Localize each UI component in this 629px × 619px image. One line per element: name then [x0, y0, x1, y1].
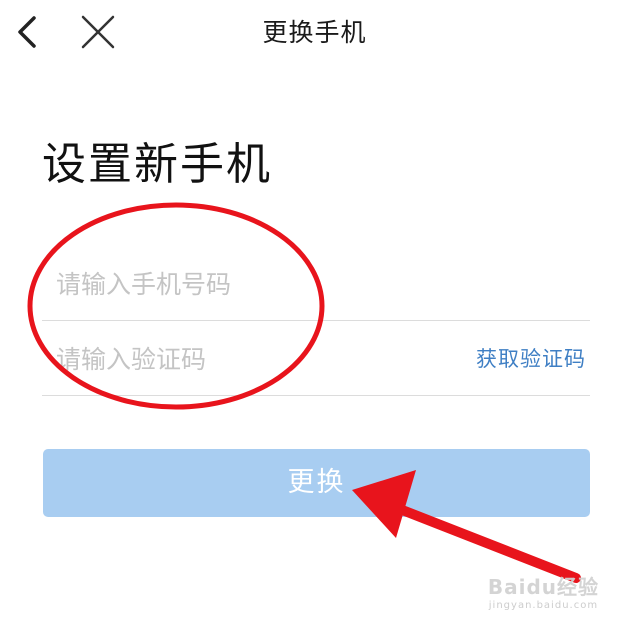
page-title: 更换手机: [262, 18, 367, 47]
watermark-main: Baidu经验: [487, 575, 599, 599]
watermark-sub: jingyan.baidu.com: [488, 600, 599, 611]
watermark: Baidu经验 jingyan.baidu.com: [488, 571, 599, 611]
section-heading: 设置新手机: [42, 139, 272, 190]
submit-button[interactable]: 更换: [43, 449, 590, 517]
nav-bar: 更换手机: [0, 0, 629, 64]
get-code-link[interactable]: 获取验证码: [476, 343, 586, 373]
phone-input[interactable]: [54, 246, 438, 322]
verification-code-input[interactable]: [54, 321, 438, 397]
phone-field: [42, 246, 590, 322]
code-field: 获取验证码: [42, 321, 590, 397]
